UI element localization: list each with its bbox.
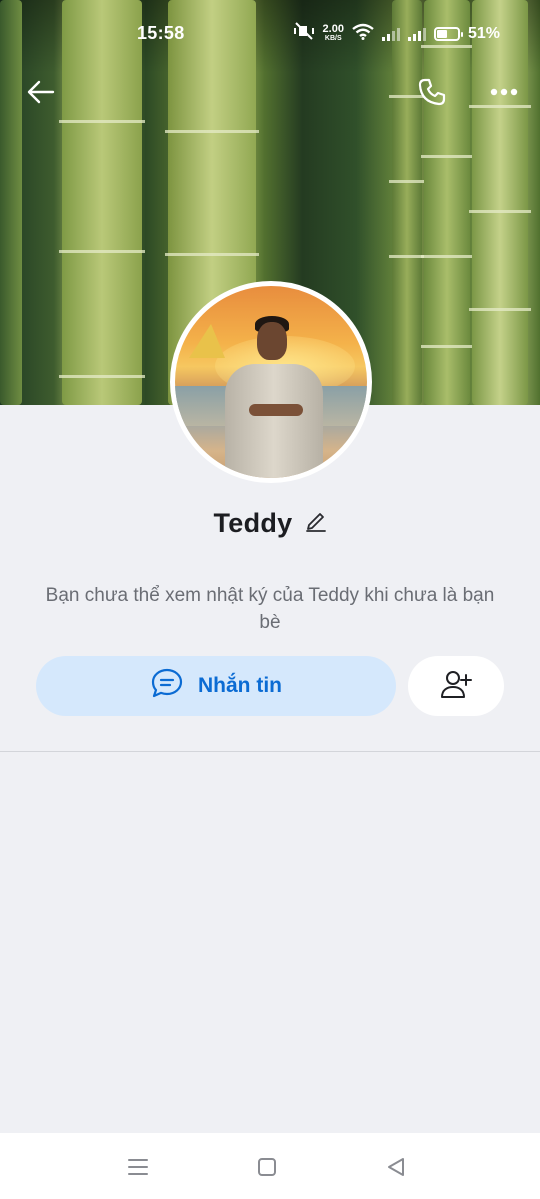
profile-name: Teddy — [213, 508, 293, 538]
phone-icon[interactable] — [414, 74, 450, 110]
system-nav-bar — [0, 1133, 540, 1199]
divider — [0, 751, 540, 752]
more-horizontal-icon[interactable] — [486, 74, 522, 110]
bamboo-stalk — [0, 0, 22, 405]
wifi-icon — [352, 23, 374, 45]
bamboo-stalk — [421, 0, 473, 405]
status-bar: 15:58 2.00 KB/S 51% — [0, 0, 540, 58]
battery-level-fill — [436, 29, 448, 38]
bamboo-stalk — [469, 0, 531, 405]
network-speed: 2.00 KB/S — [322, 22, 344, 43]
signal-icon — [407, 27, 426, 41]
message-button-label: Nhắn tin — [198, 674, 282, 697]
add-friend-button[interactable] — [408, 656, 504, 716]
net-speed-value: 2.00 — [322, 22, 344, 35]
message-button[interactable]: Nhắn tin — [36, 656, 396, 716]
status-time: 15:58 — [137, 23, 185, 43]
home-square-icon[interactable] — [254, 1154, 280, 1180]
avatar[interactable] — [170, 281, 372, 483]
arrow-left-icon[interactable] — [23, 74, 59, 110]
menu-icon[interactable] — [125, 1154, 151, 1180]
privacy-notice: Bạn chưa thể xem nhật ký của Teddy khi c… — [45, 585, 495, 633]
battery-icon — [433, 26, 463, 41]
pencil-icon[interactable] — [305, 510, 327, 537]
bamboo-stalk — [59, 0, 145, 405]
chat-bubble-icon — [150, 667, 184, 705]
battery-percent: 51% — [467, 24, 500, 42]
profile-name-row: Teddy — [0, 508, 540, 539]
triangle-back-icon[interactable] — [383, 1154, 409, 1180]
bamboo-stalk — [389, 0, 425, 405]
net-speed-unit: KB/S — [324, 34, 342, 42]
add-user-icon — [439, 669, 473, 704]
mute-vibrate-icon — [293, 22, 315, 45]
signal-icon — [381, 27, 400, 41]
